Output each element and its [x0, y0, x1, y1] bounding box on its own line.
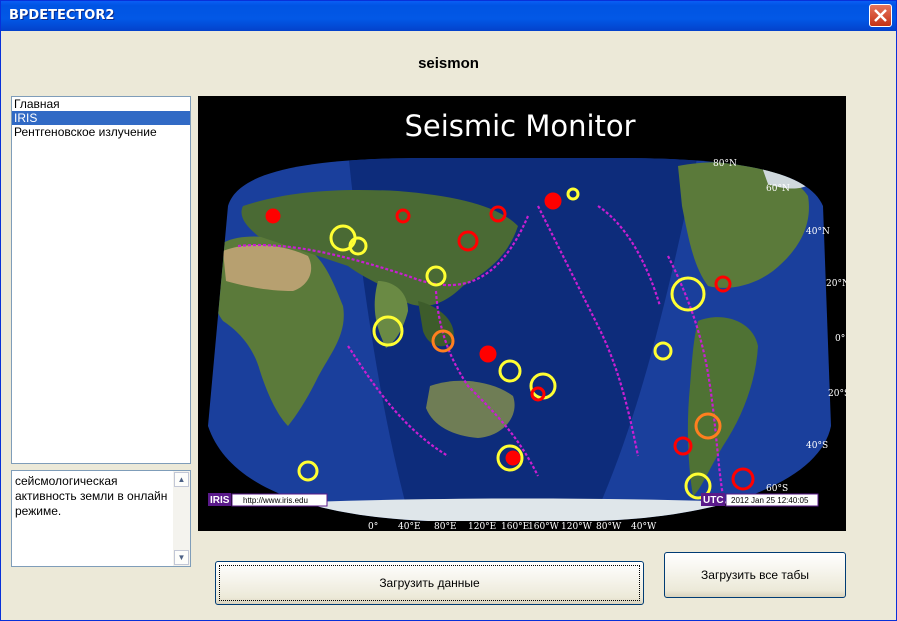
lon-label: 160°W — [528, 522, 560, 531]
lon-label: 0° — [368, 522, 378, 531]
lat-label: 40°S — [806, 441, 828, 451]
lon-label: 40°E — [398, 522, 421, 531]
lon-label: 40°W — [631, 522, 657, 531]
lon-label: 120°E — [468, 522, 496, 531]
source-listbox[interactable]: Главная IRIS Рентгеновское излучение — [11, 96, 191, 464]
title-bar[interactable]: BPDETECTOR2 — [1, 1, 896, 31]
page-heading: seismon — [418, 55, 479, 72]
description-textbox[interactable]: сейсмологическая активность земли в онла… — [11, 470, 191, 567]
longitude-labels: 0° 40°E 80°E 120°E 160°E 160°W 120°W 80°… — [368, 522, 657, 532]
focus-rect — [219, 565, 640, 601]
monitor-title: Seismic Monitor — [404, 109, 635, 143]
load-all-tabs-label: Загрузить все табы — [701, 568, 809, 582]
iris-url: http://www.iris.edu — [243, 496, 308, 505]
scroll-up-icon[interactable]: ▲ — [174, 472, 189, 487]
lat-label: 40°N — [806, 227, 830, 237]
seismic-map: Seismic Monitor 80°N 60°N 40°N 20°N 0° 2… — [208, 109, 850, 532]
scroll-down-icon[interactable]: ▼ — [174, 550, 189, 565]
utc-label: UTC — [703, 495, 724, 506]
list-item-iris[interactable]: IRIS — [12, 111, 190, 125]
lon-label: 80°W — [596, 522, 622, 531]
window-title: BPDETECTOR2 — [9, 8, 115, 23]
load-all-tabs-button[interactable]: Загрузить все табы — [664, 552, 846, 598]
lat-label: 80°N — [713, 159, 737, 169]
app-window: BPDETECTOR2 seismon Главная IRIS Рентген… — [0, 0, 897, 621]
load-data-button[interactable]: Загрузить данные — [215, 561, 644, 605]
lon-label: 80°E — [434, 522, 457, 531]
lat-label: 20°N — [826, 279, 846, 289]
iris-label: IRIS — [210, 495, 230, 506]
lat-label: 20°S — [828, 389, 846, 399]
utc-timestamp: 2012 Jan 25 12:40:05 — [731, 496, 809, 505]
lat-label: 0° — [835, 334, 845, 344]
lat-label: 60°N — [766, 184, 790, 194]
lon-label: 160°E — [501, 522, 529, 531]
list-item-xray[interactable]: Рентгеновское излучение — [12, 125, 190, 139]
list-item-main[interactable]: Главная — [12, 97, 190, 111]
close-icon — [874, 9, 887, 22]
description-scrollbar[interactable]: ▲ ▼ — [173, 471, 190, 566]
lat-label: 60°S — [766, 484, 788, 494]
seismic-monitor-image: Seismic Monitor 80°N 60°N 40°N 20°N 0° 2… — [198, 96, 850, 532]
lon-label: 120°W — [561, 522, 593, 531]
close-button[interactable] — [869, 4, 892, 27]
description-text: сейсмологическая активность земли в онла… — [15, 474, 168, 518]
